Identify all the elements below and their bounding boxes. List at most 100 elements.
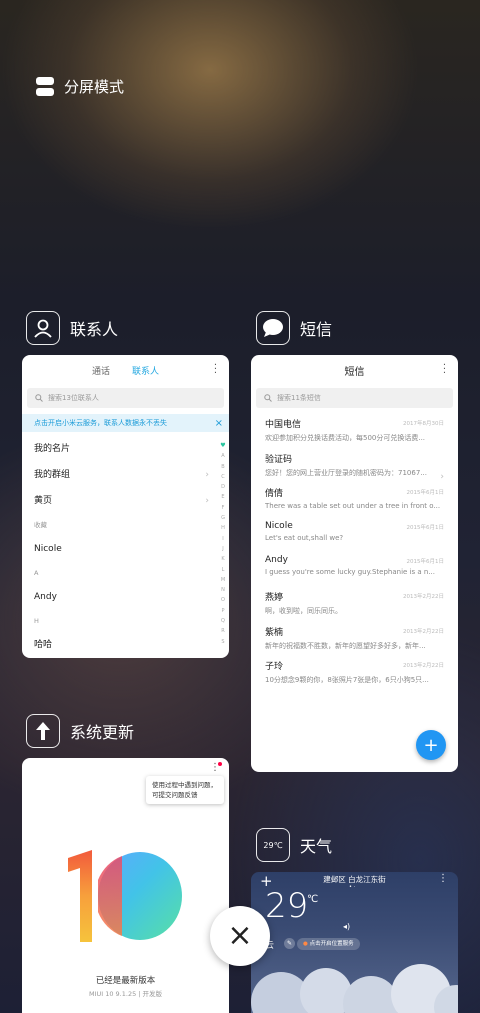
weather-app-icon[interactable]: 29℃ [256, 828, 290, 862]
alphabet-letter[interactable]: D [219, 482, 227, 492]
chevron-right-icon: › [440, 471, 444, 482]
alphabet-letter[interactable]: K [219, 554, 227, 564]
update-app-header: 系统更新 [26, 714, 134, 748]
message-date: 2015年6月1日 [406, 559, 445, 566]
sms-search-placeholder: 搜索11条短信 [277, 394, 321, 402]
alphabet-letter[interactable]: N [219, 585, 227, 595]
contact-label: 我的群组 [34, 470, 71, 480]
message-preview: Let's eat out,shall we? [265, 533, 344, 542]
contact-label: A [34, 569, 39, 577]
weather-app-header: 29℃ 天气 [256, 828, 332, 862]
cloud-banner-text: 点击开启小米云服务，联系人数据永不丢失 [34, 419, 167, 427]
contact-section-header: H [22, 610, 229, 632]
more-menu-icon[interactable]: · · · [443, 361, 446, 379]
more-menu-icon[interactable]: · · · [214, 361, 217, 379]
weather-app-title: 天气 [300, 837, 333, 856]
message-thread[interactable]: 子玲 2013年2月22日 10分想念9颗的你，8张照片7张是你，6只小狗5只... [265, 659, 444, 685]
message-thread[interactable]: 燕婷 2013年2月22日 啊，收到啦，同乐同乐。 [265, 590, 444, 616]
alphabet-letter[interactable]: G [219, 513, 227, 523]
contact-label: 我的名片 [34, 444, 71, 454]
contact-list-item[interactable]: 黄页 › [22, 488, 229, 514]
sms-app-icon[interactable] [256, 311, 290, 345]
alphabet-letter[interactable]: L [219, 565, 227, 575]
new-message-button[interactable]: + [416, 730, 446, 760]
message-thread[interactable]: Nicole 2015年6月1日 Let's eat out,shall we? [265, 521, 444, 542]
close-banner-icon[interactable]: × [215, 418, 223, 429]
alphabet-letter[interactable]: J [219, 544, 227, 554]
weather-icon-label: 29℃ [263, 840, 283, 850]
message-preview: 新年的祝福数不胜数，新年的愿望好多好多，新年... [265, 641, 426, 650]
contact-list-item[interactable]: 我的群组 › [22, 462, 229, 488]
alphabet-letter[interactable]: Q [219, 616, 227, 626]
contact-label: 收藏 [34, 521, 47, 529]
alphabet-letter[interactable]: H [219, 523, 227, 533]
favorites-heart-icon[interactable]: ♥ [219, 441, 227, 451]
contacts-search-input[interactable]: 搜索13位联系人 [27, 388, 224, 408]
alphabet-letter[interactable]: P [219, 606, 227, 616]
message-thread[interactable]: 紫楠 2013年2月22日 新年的祝福数不胜数，新年的愿望好多好多，新年... [265, 625, 444, 651]
split-screen-button[interactable]: 分屏模式 [36, 76, 124, 97]
message-date: 2015年6月1日 [406, 490, 445, 497]
split-screen-icon [36, 77, 54, 96]
sms-header: 短信 · · · [251, 355, 458, 385]
sender-name: 验证码 [265, 454, 293, 465]
more-menu-icon[interactable]: ⋮ [438, 873, 448, 884]
plus-icon: + [423, 734, 439, 756]
alphabet-letter[interactable]: M [219, 575, 227, 585]
contact-list-item[interactable]: 哈哈 [22, 632, 229, 658]
message-preview: 啊，收到啦，同乐同乐。 [265, 607, 342, 615]
contact-section-header: 收藏 [22, 514, 229, 536]
sms-app-title: 短信 [300, 320, 333, 339]
weather-card[interactable]: + 建邺区 白龙江东街 • · ⋮ 29 ℃ ◂) 云 ✎ ● 点击开启位置服务 [251, 872, 458, 1013]
message-thread[interactable]: 倩倩 2015年6月1日 There was a table set out und… [265, 486, 444, 510]
speaker-icon[interactable]: ◂) [343, 922, 350, 931]
location-tip-text: 点击开启位置服务 [309, 941, 354, 947]
alphabet-letter[interactable]: R [219, 626, 227, 636]
miui-10-logo-icon [68, 850, 182, 942]
update-app-icon[interactable] [26, 714, 60, 748]
weather-temperature: 29 [265, 886, 309, 926]
alphabet-letter[interactable]: A [219, 451, 227, 461]
contacts-tabs: 通话 联系人 · · · [22, 355, 229, 385]
sms-card[interactable]: 短信 · · · 搜索11条短信 中国电信 2017年8月30日 欢迎参加积分兑换话费活… [251, 355, 458, 772]
alphabet-letter[interactable]: F [219, 503, 227, 513]
alphabet-letter[interactable]: I [219, 534, 227, 544]
sms-search-input[interactable]: 搜索11条短信 [256, 388, 453, 408]
update-app-title: 系统更新 [70, 723, 135, 742]
edit-icon[interactable]: ✎ [284, 938, 295, 949]
contacts-list: 我的名片 我的群组 › 黄页 › 收藏 Nicole A Andy H 哈哈 [22, 436, 229, 658]
chevron-right-icon: › [205, 470, 209, 480]
message-thread[interactable]: Andy 2015年6月1日 I guess you're some lucky g… [265, 555, 444, 576]
contact-label: Andy [34, 592, 57, 602]
alphabet-letter[interactable]: S [219, 637, 227, 647]
alphabet-letter[interactable]: C [219, 472, 227, 482]
chevron-right-icon: › [205, 496, 209, 506]
alphabet-index[interactable]: ♥ A B C D E F G H I J K L M N O P Q R S [219, 441, 227, 647]
alphabet-letter[interactable]: E [219, 492, 227, 502]
clear-all-button[interactable]: × [210, 906, 270, 966]
alphabet-letter[interactable]: B [219, 462, 227, 472]
contacts-app-header: 联系人 [26, 311, 118, 345]
contact-list-item[interactable]: 我的名片 [22, 436, 229, 462]
message-thread[interactable]: 验证码 您好！您的网上营业厅登录的随机密码为：71067... › [265, 452, 444, 482]
contacts-app-icon[interactable] [26, 311, 60, 345]
contact-list-item[interactable]: Nicole [22, 536, 229, 562]
alphabet-letter[interactable]: O [219, 595, 227, 605]
message-thread[interactable]: 中国电信 2017年8月30日 欢迎参加积分兑换话费活动，每500分可兑换话费... [265, 417, 444, 443]
tab-contacts[interactable]: 联系人 [132, 364, 159, 377]
tab-calls[interactable]: 通话 [92, 364, 110, 377]
feedback-tooltip[interactable]: 使用过程中遇到问题，可提交问题反馈 [146, 776, 224, 804]
update-card[interactable]: ⋮ 使用过程中遇到问题，可提交问题反馈 已经是最新版本 MIUI 10 9.1.… [22, 758, 229, 1013]
contacts-search-placeholder: 搜索13位联系人 [48, 394, 99, 402]
location-service-button[interactable]: ● 点击开启位置服务 [297, 938, 360, 950]
search-icon [35, 394, 43, 402]
cloud-service-banner[interactable]: 点击开启小米云服务，联系人数据永不丢失 × [22, 414, 229, 432]
contacts-card[interactable]: 通话 联系人 · · · 搜索13位联系人 点击开启小米云服务，联系人数据永不丢失 … [22, 355, 229, 658]
cloud-illustration [251, 964, 458, 1013]
search-icon [264, 394, 272, 402]
contact-list-item[interactable]: Andy [22, 584, 229, 610]
message-date: 2017年8月30日 [403, 421, 444, 427]
contact-label: Nicole [34, 544, 62, 554]
sms-app-header: 短信 [256, 311, 332, 345]
split-screen-label: 分屏模式 [64, 78, 125, 96]
